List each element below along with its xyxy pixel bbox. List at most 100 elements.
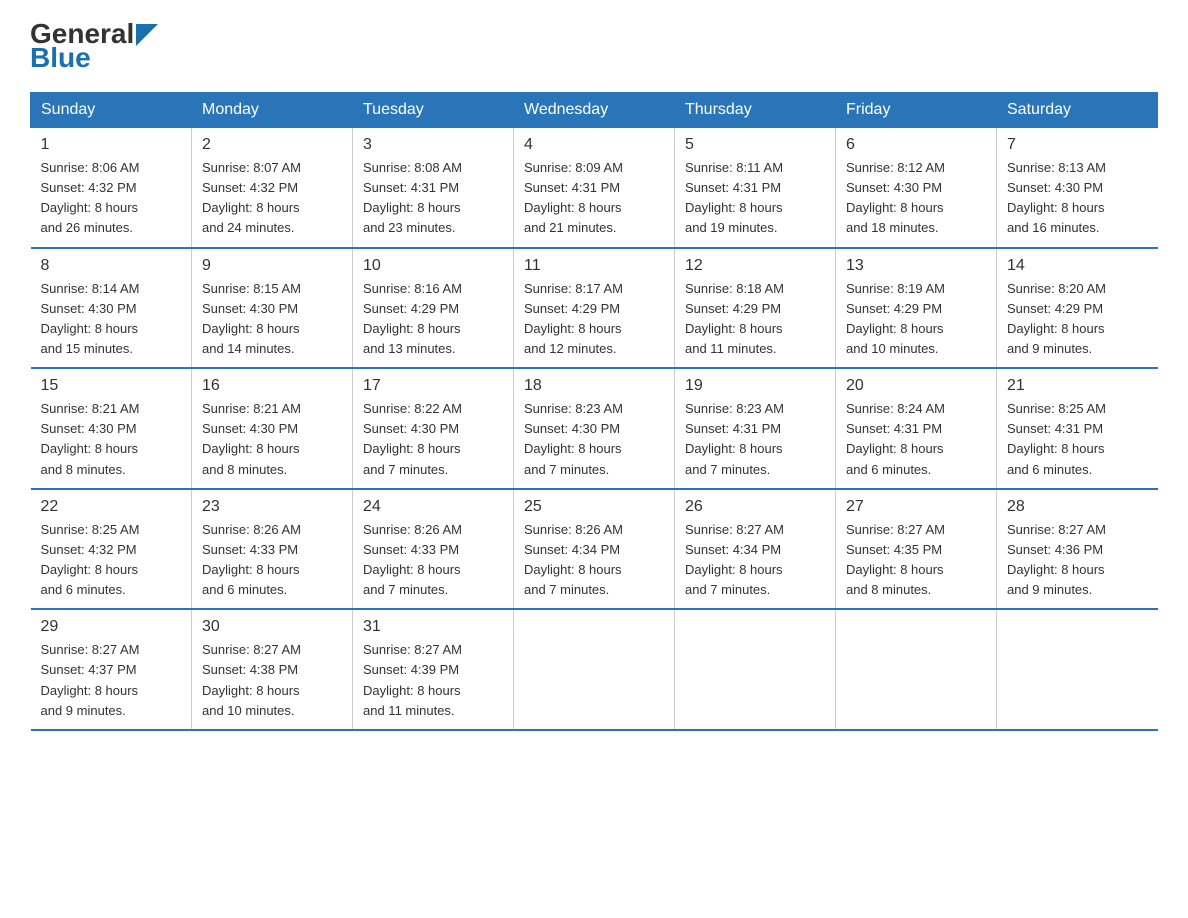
- col-header-saturday: Saturday: [997, 93, 1158, 128]
- day-number: 16: [202, 377, 342, 395]
- calendar-day-cell: 25 Sunrise: 8:26 AM Sunset: 4:34 PM Dayli…: [514, 489, 675, 610]
- day-number: 5: [685, 136, 825, 154]
- calendar-day-cell: 1Sunrise: 8:06 AM Sunset: 4:32 PM Daylig…: [31, 128, 192, 248]
- day-info: Sunrise: 8:27 AM Sunset: 4:38 PM Dayligh…: [202, 640, 342, 721]
- day-number: 25: [524, 498, 664, 516]
- calendar-table: SundayMondayTuesdayWednesdayThursdayFrid…: [30, 92, 1158, 731]
- col-header-friday: Friday: [836, 93, 997, 128]
- calendar-week-row: 1Sunrise: 8:06 AM Sunset: 4:32 PM Daylig…: [31, 128, 1158, 248]
- col-header-tuesday: Tuesday: [353, 93, 514, 128]
- day-number: 23: [202, 498, 342, 516]
- calendar-day-cell: 23 Sunrise: 8:26 AM Sunset: 4:33 PM Dayli…: [192, 489, 353, 610]
- calendar-day-cell: 6Sunrise: 8:12 AM Sunset: 4:30 PM Daylig…: [836, 128, 997, 248]
- calendar-day-cell: 22 Sunrise: 8:25 AM Sunset: 4:32 PM Dayli…: [31, 489, 192, 610]
- calendar-day-cell: 26Sunrise: 8:27 AM Sunset: 4:34 PM Dayli…: [675, 489, 836, 610]
- col-header-monday: Monday: [192, 93, 353, 128]
- day-number: 21: [1007, 377, 1148, 395]
- col-header-sunday: Sunday: [31, 93, 192, 128]
- calendar-day-cell: 18Sunrise: 8:23 AM Sunset: 4:30 PM Dayli…: [514, 368, 675, 489]
- calendar-day-cell: [836, 609, 997, 730]
- day-info: Sunrise: 8:21 AM Sunset: 4:30 PM Dayligh…: [41, 399, 182, 480]
- calendar-day-cell: 14 Sunrise: 8:20 AM Sunset: 4:29 PM Dayli…: [997, 248, 1158, 369]
- calendar-day-cell: 3 Sunrise: 8:08 AM Sunset: 4:31 PM Daylig…: [353, 128, 514, 248]
- calendar-day-cell: 16 Sunrise: 8:21 AM Sunset: 4:30 PM Dayli…: [192, 368, 353, 489]
- day-info: Sunrise: 8:26 AM Sunset: 4:34 PM Dayligh…: [524, 520, 664, 601]
- day-info: Sunrise: 8:25 AM Sunset: 4:32 PM Dayligh…: [41, 520, 182, 601]
- day-number: 28: [1007, 498, 1148, 516]
- day-info: Sunrise: 8:07 AM Sunset: 4:32 PM Dayligh…: [202, 158, 342, 239]
- calendar-day-cell: 28Sunrise: 8:27 AM Sunset: 4:36 PM Dayli…: [997, 489, 1158, 610]
- day-number: 22: [41, 498, 182, 516]
- calendar-day-cell: 11 Sunrise: 8:17 AM Sunset: 4:29 PM Dayli…: [514, 248, 675, 369]
- calendar-day-cell: 7 Sunrise: 8:13 AM Sunset: 4:30 PM Daylig…: [997, 128, 1158, 248]
- day-number: 19: [685, 377, 825, 395]
- calendar-day-cell: [997, 609, 1158, 730]
- day-info: Sunrise: 8:24 AM Sunset: 4:31 PM Dayligh…: [846, 399, 986, 480]
- logo-triangle-icon: [136, 24, 158, 46]
- calendar-day-cell: 19Sunrise: 8:23 AM Sunset: 4:31 PM Dayli…: [675, 368, 836, 489]
- calendar-day-cell: 10 Sunrise: 8:16 AM Sunset: 4:29 PM Dayli…: [353, 248, 514, 369]
- calendar-day-cell: 15 Sunrise: 8:21 AM Sunset: 4:30 PM Dayli…: [31, 368, 192, 489]
- day-number: 24: [363, 498, 503, 516]
- calendar-day-cell: 21 Sunrise: 8:25 AM Sunset: 4:31 PM Dayli…: [997, 368, 1158, 489]
- day-number: 10: [363, 257, 503, 275]
- logo: General Blue: [30, 20, 158, 72]
- calendar-day-cell: 2 Sunrise: 8:07 AM Sunset: 4:32 PM Daylig…: [192, 128, 353, 248]
- day-number: 4: [524, 136, 664, 154]
- day-number: 31: [363, 618, 503, 636]
- day-info: Sunrise: 8:06 AM Sunset: 4:32 PM Dayligh…: [41, 158, 182, 239]
- calendar-day-cell: [514, 609, 675, 730]
- calendar-day-cell: 30 Sunrise: 8:27 AM Sunset: 4:38 PM Dayli…: [192, 609, 353, 730]
- day-info: Sunrise: 8:18 AM Sunset: 4:29 PM Dayligh…: [685, 279, 825, 360]
- day-number: 13: [846, 257, 986, 275]
- calendar-day-cell: 27 Sunrise: 8:27 AM Sunset: 4:35 PM Dayli…: [836, 489, 997, 610]
- day-number: 3: [363, 136, 503, 154]
- calendar-day-cell: [675, 609, 836, 730]
- calendar-day-cell: 5 Sunrise: 8:11 AM Sunset: 4:31 PM Daylig…: [675, 128, 836, 248]
- calendar-day-cell: 17 Sunrise: 8:22 AM Sunset: 4:30 PM Dayli…: [353, 368, 514, 489]
- day-info: Sunrise: 8:13 AM Sunset: 4:30 PM Dayligh…: [1007, 158, 1148, 239]
- calendar-week-row: 22 Sunrise: 8:25 AM Sunset: 4:32 PM Dayli…: [31, 489, 1158, 610]
- day-number: 14: [1007, 257, 1148, 275]
- logo-blue: Blue: [30, 44, 91, 72]
- day-info: Sunrise: 8:21 AM Sunset: 4:30 PM Dayligh…: [202, 399, 342, 480]
- day-info: Sunrise: 8:16 AM Sunset: 4:29 PM Dayligh…: [363, 279, 503, 360]
- day-info: Sunrise: 8:22 AM Sunset: 4:30 PM Dayligh…: [363, 399, 503, 480]
- day-number: 17: [363, 377, 503, 395]
- calendar-day-cell: 31Sunrise: 8:27 AM Sunset: 4:39 PM Dayli…: [353, 609, 514, 730]
- day-info: Sunrise: 8:17 AM Sunset: 4:29 PM Dayligh…: [524, 279, 664, 360]
- day-number: 7: [1007, 136, 1148, 154]
- day-info: Sunrise: 8:14 AM Sunset: 4:30 PM Dayligh…: [41, 279, 182, 360]
- day-info: Sunrise: 8:19 AM Sunset: 4:29 PM Dayligh…: [846, 279, 986, 360]
- calendar-day-cell: 13 Sunrise: 8:19 AM Sunset: 4:29 PM Dayli…: [836, 248, 997, 369]
- day-number: 20: [846, 377, 986, 395]
- calendar-week-row: 8 Sunrise: 8:14 AM Sunset: 4:30 PM Daylig…: [31, 248, 1158, 369]
- day-info: Sunrise: 8:08 AM Sunset: 4:31 PM Dayligh…: [363, 158, 503, 239]
- day-number: 15: [41, 377, 182, 395]
- day-number: 11: [524, 257, 664, 275]
- calendar-day-cell: 4 Sunrise: 8:09 AM Sunset: 4:31 PM Daylig…: [514, 128, 675, 248]
- calendar-week-row: 15 Sunrise: 8:21 AM Sunset: 4:30 PM Dayli…: [31, 368, 1158, 489]
- day-info: Sunrise: 8:11 AM Sunset: 4:31 PM Dayligh…: [685, 158, 825, 239]
- day-info: Sunrise: 8:27 AM Sunset: 4:37 PM Dayligh…: [41, 640, 182, 721]
- day-number: 8: [41, 257, 182, 275]
- day-info: Sunrise: 8:25 AM Sunset: 4:31 PM Dayligh…: [1007, 399, 1148, 480]
- calendar-week-row: 29 Sunrise: 8:27 AM Sunset: 4:37 PM Dayli…: [31, 609, 1158, 730]
- day-info: Sunrise: 8:26 AM Sunset: 4:33 PM Dayligh…: [202, 520, 342, 601]
- day-number: 18: [524, 377, 664, 395]
- day-info: Sunrise: 8:27 AM Sunset: 4:35 PM Dayligh…: [846, 520, 986, 601]
- day-number: 2: [202, 136, 342, 154]
- day-info: Sunrise: 8:12 AM Sunset: 4:30 PM Dayligh…: [846, 158, 986, 239]
- day-number: 12: [685, 257, 825, 275]
- day-info: Sunrise: 8:09 AM Sunset: 4:31 PM Dayligh…: [524, 158, 664, 239]
- day-number: 30: [202, 618, 342, 636]
- day-number: 27: [846, 498, 986, 516]
- col-header-wednesday: Wednesday: [514, 93, 675, 128]
- page-header: General Blue: [30, 20, 1158, 72]
- calendar-day-cell: 8 Sunrise: 8:14 AM Sunset: 4:30 PM Daylig…: [31, 248, 192, 369]
- day-number: 29: [41, 618, 182, 636]
- day-info: Sunrise: 8:26 AM Sunset: 4:33 PM Dayligh…: [363, 520, 503, 601]
- day-info: Sunrise: 8:20 AM Sunset: 4:29 PM Dayligh…: [1007, 279, 1148, 360]
- col-header-thursday: Thursday: [675, 93, 836, 128]
- calendar-day-cell: 9Sunrise: 8:15 AM Sunset: 4:30 PM Daylig…: [192, 248, 353, 369]
